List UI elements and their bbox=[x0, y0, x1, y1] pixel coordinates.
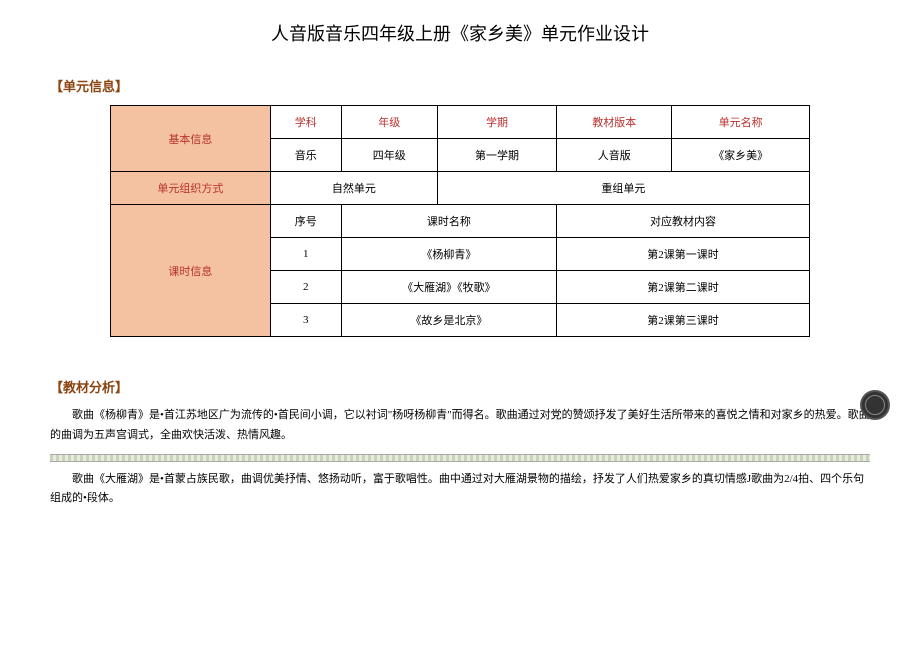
lesson-header-content: 对应教材内容 bbox=[557, 205, 810, 238]
value-subject: 音乐 bbox=[270, 139, 341, 172]
unit-info-table: 基本信息 学科 年级 学期 教材版本 单元名称 音乐 四年级 第一学期 人音版 … bbox=[110, 105, 810, 337]
lesson-content: 第2课第二课时 bbox=[557, 271, 810, 304]
lesson-seq: 2 bbox=[270, 271, 341, 304]
lesson-seq: 1 bbox=[270, 238, 341, 271]
document-title: 人音版音乐四年级上册《家乡美》单元作业设计 bbox=[50, 20, 870, 46]
analysis-paragraph-1: 歌曲《杨柳青》是•首江苏地区广为流传的•首民间小调，它以衬词"杨呀杨柳青"而得名… bbox=[50, 406, 870, 446]
lesson-name: 《杨柳青》 bbox=[341, 238, 556, 271]
lesson-header-seq: 序号 bbox=[270, 205, 341, 238]
value-semester: 第一学期 bbox=[437, 139, 556, 172]
value-textbook: 人音版 bbox=[557, 139, 672, 172]
lesson-content: 第2课第三课时 bbox=[557, 304, 810, 337]
lesson-info-label: 课时信息 bbox=[111, 205, 271, 337]
value-unitname: 《家乡美》 bbox=[672, 139, 810, 172]
header-subject: 学科 bbox=[270, 106, 341, 139]
section-label-textbook-analysis: 【教材分析】 bbox=[50, 377, 870, 396]
lesson-name: 《故乡是北京》 bbox=[341, 304, 556, 337]
header-textbook: 教材版本 bbox=[557, 106, 672, 139]
stamp-icon bbox=[860, 390, 890, 420]
basic-info-label: 基本信息 bbox=[111, 106, 271, 172]
header-semester: 学期 bbox=[437, 106, 556, 139]
lesson-header-name: 课时名称 bbox=[341, 205, 556, 238]
decorative-divider bbox=[50, 454, 870, 462]
org-label: 单元组织方式 bbox=[111, 172, 271, 205]
analysis-paragraph-2: 歌曲《大雁湖》是•首蒙占族民歌，曲调优美抒情、悠扬动听，富于歌唱性。曲中通过对大… bbox=[50, 470, 870, 510]
lesson-name: 《大雁湖》《牧歌》 bbox=[341, 271, 556, 304]
org-value-natural: 自然单元 bbox=[270, 172, 437, 205]
lesson-content: 第2课第一课时 bbox=[557, 238, 810, 271]
value-grade: 四年级 bbox=[341, 139, 437, 172]
lesson-seq: 3 bbox=[270, 304, 341, 337]
header-grade: 年级 bbox=[341, 106, 437, 139]
org-value-reorg: 重组单元 bbox=[437, 172, 809, 205]
header-unitname: 单元名称 bbox=[672, 106, 810, 139]
section-label-unit-info: 【单元信息】 bbox=[50, 76, 870, 95]
